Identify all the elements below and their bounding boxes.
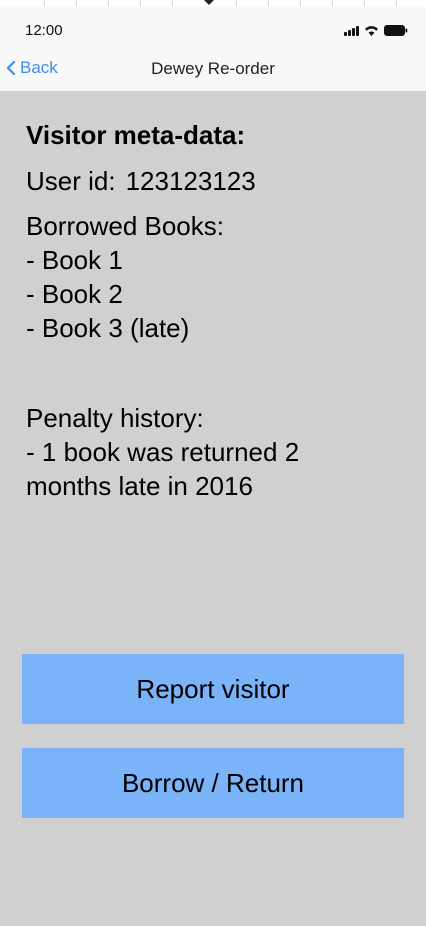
penalty-heading: Penalty history: [26,403,204,433]
visitor-details: Visitor meta-data: User id: 123123123 Bor… [26,118,406,503]
phone-screen: 12:00 Back Dewey Re-order Visitor meta-d… [0,0,426,926]
report-visitor-button[interactable]: Report visitor [22,654,404,724]
penalty-history: Penalty history: - 1 book was returned 2… [26,401,406,503]
book-item: - Book 1 [26,245,123,275]
penalty-line: - 1 book was returned 2 [26,437,300,467]
status-time: 12:00 [25,22,63,39]
status-icons [344,24,408,36]
wifi-icon [364,25,379,36]
penalty-line: months late in 2016 [26,471,253,501]
visitor-heading: Visitor meta-data: [26,120,246,150]
back-label: Back [20,58,58,77]
nav-header: 12:00 Back Dewey Re-order [0,6,426,92]
back-button[interactable]: Back [6,58,58,78]
book-item: - Book 3 (late) [26,313,190,343]
report-visitor-label: Report visitor [136,673,290,704]
book-item: - Book 2 [26,279,123,309]
chevron-left-icon [6,60,16,76]
borrowed-heading: Borrowed Books: [26,211,224,241]
page-title: Dewey Re-order [151,59,275,78]
cellular-signal-icon [344,26,359,36]
user-id-label: User id: [26,166,116,196]
borrowed-books: Borrowed Books: - Book 1 - Book 2 - Book… [26,209,406,345]
battery-icon [384,25,408,36]
borrow-return-button[interactable]: Borrow / Return [22,748,404,818]
user-id-row: User id: 123123123 [26,164,406,198]
ruler-pointer-icon [204,0,214,5]
user-id-value: 123123123 [125,166,256,196]
borrow-return-label: Borrow / Return [121,767,305,798]
